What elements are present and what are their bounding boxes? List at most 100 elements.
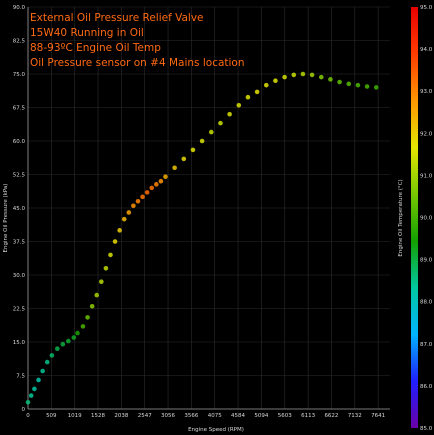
data-point (227, 111, 232, 117)
annotation-relief-valve: External Oil Pressure Relief Valve (30, 12, 204, 24)
x-tick-label: 6113 (301, 413, 315, 419)
y-tick-label: 82.5 (13, 39, 26, 45)
x-axis-label: Engine Speed (RPM) (188, 427, 244, 433)
data-point (181, 156, 187, 162)
data-point (66, 338, 71, 344)
data-point (55, 346, 60, 352)
data-point (144, 190, 150, 195)
annotation-oil-grade: 15W40 Running in Oil (30, 27, 144, 39)
colorbar-tick-label: 92.0 (420, 131, 433, 137)
data-point (89, 303, 95, 309)
colorbar (411, 7, 418, 428)
x-tick-label: 5603 (278, 413, 292, 419)
data-point (355, 82, 361, 88)
oil-pressure-scatter-chart: 0 509 1019 1528 2038 2547 3056 3566 4075 4584 5094… (0, 0, 434, 435)
y-tick-label: 75.0 (13, 72, 26, 78)
colorbar-tick-label: 86.0 (420, 384, 433, 390)
data-point (254, 89, 260, 95)
data-point (154, 182, 159, 187)
x-tick-label: 0 (26, 413, 30, 419)
y-tick-label: 37.5 (13, 240, 26, 246)
data-point (149, 185, 155, 191)
colorbar-tick-label: 95.0 (420, 5, 433, 11)
data-point (364, 84, 370, 89)
data-point (28, 393, 34, 398)
colorbar-tick-label: 87.0 (420, 342, 433, 348)
colorbar-tick-label: 90.0 (420, 216, 433, 222)
data-point (282, 74, 287, 80)
data-point (309, 72, 315, 78)
data-point (199, 138, 205, 144)
x-tick-label: 2038 (114, 413, 128, 419)
data-point (36, 377, 41, 383)
x-tick-label: 3056 (161, 413, 175, 419)
data-point (117, 228, 122, 233)
x-tick-label: 3566 (184, 413, 198, 419)
data-point (245, 94, 251, 100)
data-point (172, 165, 177, 171)
y-tick-label: 7.5 (16, 374, 25, 380)
y-tick-label: 60.0 (13, 139, 26, 145)
data-point (49, 353, 55, 358)
data-point (44, 359, 50, 365)
y-tick-label: 30.0 (13, 273, 26, 279)
data-point (99, 279, 104, 285)
data-point (300, 71, 306, 77)
data-point (140, 194, 145, 200)
colorbar-tick-label: 88.0 (420, 300, 433, 306)
colorbar-label: Engine Oil Temperature (°C) (398, 179, 404, 256)
data-point (126, 210, 132, 215)
data-point (328, 77, 333, 82)
data-point (40, 368, 45, 374)
data-point (218, 120, 223, 126)
colorbar-tick-label: 94.0 (420, 47, 433, 53)
data-point (163, 174, 168, 180)
data-point (135, 199, 141, 204)
x-tick-label: 5094 (254, 413, 268, 419)
data-point (32, 386, 37, 392)
y-tick-label: 15.0 (13, 340, 26, 346)
data-point (60, 341, 66, 347)
x-tick-label: 7641 (371, 413, 385, 419)
y-tick-label: 90.0 (13, 5, 26, 11)
annotation-oil-temp: 88-93ºC Engine Oil Temp (30, 42, 161, 54)
x-tick-label: 1019 (68, 413, 82, 419)
data-point (80, 324, 86, 329)
colorbar-tick-label: 85.0 (420, 426, 433, 432)
annotation-sensor-location: Oil Pressure sensor on #4 Mains location (30, 57, 245, 69)
data-point (318, 74, 324, 80)
x-tick-label: 509 (46, 413, 57, 419)
data-point (263, 82, 269, 88)
data-point (373, 85, 379, 90)
data-point (103, 266, 109, 271)
data-point (131, 203, 136, 209)
data-point (112, 239, 118, 244)
data-point (71, 335, 77, 340)
colorbar-tick-label: 93.0 (420, 89, 433, 95)
data-point (346, 81, 352, 87)
y-tick-label: 22.5 (13, 307, 26, 313)
x-tick-label: 1528 (91, 413, 105, 419)
y-tick-label: 0 (22, 407, 26, 413)
data-point (94, 292, 100, 298)
data-point (121, 216, 127, 222)
x-tick-label: 7132 (348, 413, 362, 419)
colorbar-tick-label: 89.0 (420, 258, 433, 264)
data-point (208, 129, 214, 135)
y-tick-label: 67.5 (13, 106, 26, 112)
data-point (85, 315, 90, 320)
data-point (273, 78, 278, 83)
y-tick-label: 45.0 (13, 206, 26, 212)
data-point (291, 72, 297, 78)
x-tick-label: 4075 (208, 413, 222, 419)
data-point (190, 147, 196, 153)
data-point (25, 400, 31, 405)
x-tick-label: 2547 (138, 413, 152, 419)
data-point (75, 330, 80, 336)
y-tick-label: 52.5 (13, 173, 26, 179)
y-axis-label: Engine Oil Pressure (kPa) (3, 184, 9, 253)
data-point (108, 252, 113, 258)
data-point (337, 79, 342, 85)
data-point (158, 178, 164, 184)
data-point (236, 102, 242, 108)
